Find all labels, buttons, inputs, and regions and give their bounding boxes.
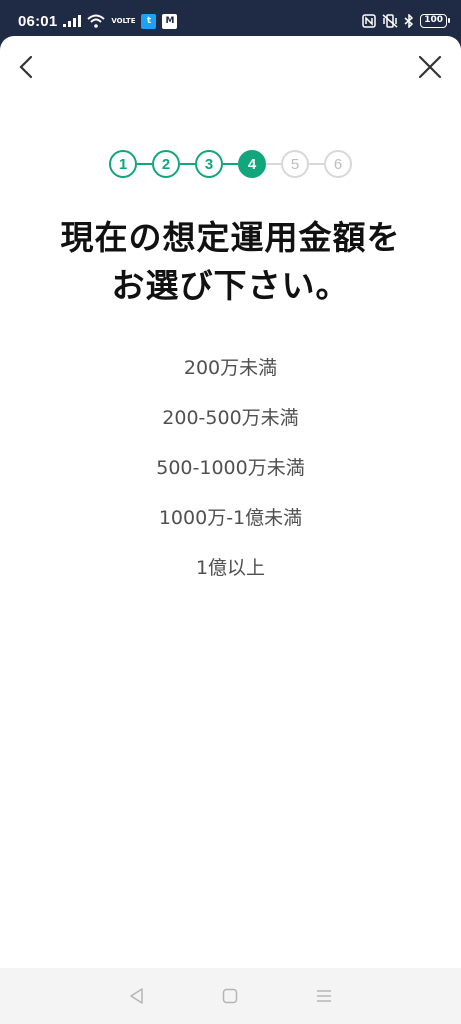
step-connector xyxy=(266,163,281,165)
nfc-icon xyxy=(362,14,376,28)
step-4-current: 4 xyxy=(238,150,266,178)
nav-back-button[interactable] xyxy=(122,981,152,1011)
volte-bottom-text: LTE xyxy=(122,16,136,25)
question-title-line-2: お選び下さい。 xyxy=(111,266,350,305)
question-sheet: 1 2 3 4 5 6 現在の想定運用金額を お選び下さい。 200万未満 20… xyxy=(0,36,461,968)
status-left: 06:01 VO LTE t M xyxy=(18,12,178,30)
step-5: 5 xyxy=(281,150,309,178)
answer-options: 200万未満 200-500万未満 500-1000万未満 1000万-1億未満… xyxy=(0,341,461,591)
vibrate-icon xyxy=(382,14,398,28)
top-bar xyxy=(0,36,461,100)
step-6: 6 xyxy=(324,150,352,178)
option-under-2m[interactable]: 200万未満 xyxy=(0,341,461,391)
chevron-left-icon xyxy=(19,55,33,79)
step-connector xyxy=(309,163,324,165)
close-icon xyxy=(418,55,442,79)
mail-icon: M xyxy=(162,13,178,29)
question-title: 現在の想定運用金額を お選び下さい。 xyxy=(0,214,461,310)
step-connector xyxy=(180,163,195,165)
triangle-back-icon xyxy=(130,988,143,1004)
signal-icon xyxy=(63,15,82,27)
option-2m-5m[interactable]: 200-500万未満 xyxy=(0,391,461,441)
step-3: 3 xyxy=(195,150,223,178)
twitter-icon: t xyxy=(141,13,157,29)
progress-stepper: 1 2 3 4 5 6 xyxy=(0,150,461,178)
battery-icon: 100 xyxy=(420,14,450,28)
menu-lines-icon xyxy=(317,990,332,1002)
square-home-icon xyxy=(223,988,238,1004)
wifi-icon xyxy=(87,14,106,28)
option-10m-100m[interactable]: 1000万-1億未満 xyxy=(0,491,461,541)
system-nav-bar xyxy=(0,968,461,1024)
option-5m-10m[interactable]: 500-1000万未満 xyxy=(0,441,461,491)
back-button[interactable] xyxy=(14,52,40,82)
step-connector xyxy=(137,163,152,165)
status-right: 100 xyxy=(362,14,450,28)
option-over-100m[interactable]: 1億以上 xyxy=(0,541,461,591)
status-time: 06:01 xyxy=(18,12,58,30)
nav-home-button[interactable] xyxy=(215,981,245,1011)
bluetooth-icon xyxy=(404,14,414,28)
step-connector xyxy=(223,163,238,165)
step-2: 2 xyxy=(152,150,180,178)
question-title-line-1: 現在の想定運用金額を xyxy=(60,218,401,257)
volte-top-text: VO xyxy=(111,16,123,25)
step-1: 1 xyxy=(109,150,137,178)
close-button[interactable] xyxy=(415,52,445,82)
volte-icon: VO LTE xyxy=(111,16,136,25)
nav-menu-button[interactable] xyxy=(309,981,339,1011)
